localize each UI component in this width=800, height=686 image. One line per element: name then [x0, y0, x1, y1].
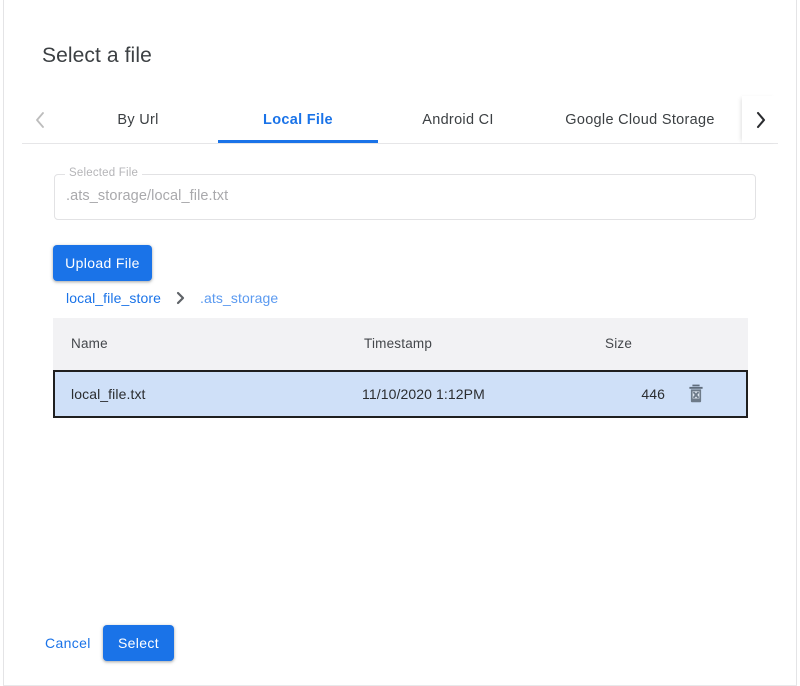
table-header-row: Name Timestamp Size [53, 318, 748, 370]
select-file-dialog: Select a file By Url Local File Android … [3, 0, 797, 686]
upload-file-button[interactable]: Upload File [53, 245, 152, 281]
column-header-timestamp: Timestamp [364, 336, 432, 351]
tab-label: Local File [263, 112, 333, 128]
breadcrumb: local_file_store .ats_storage [66, 290, 278, 306]
cell-size: 446 [605, 386, 665, 402]
tab-android-ci[interactable]: Android CI [378, 96, 538, 143]
cell-timestamp: 11/10/2020 1:12PM [362, 386, 485, 402]
tab-bar: By Url Local File Android CI Google Clou… [22, 96, 778, 144]
tabs-scroll-left-button[interactable] [22, 96, 58, 143]
column-header-name: Name [71, 336, 108, 351]
tab-by-url[interactable]: By Url [58, 96, 218, 143]
tab-label: By Url [117, 112, 158, 128]
tab-list: By Url Local File Android CI Google Clou… [58, 96, 742, 143]
chevron-right-icon [754, 110, 767, 130]
cell-file-name: local_file.txt [71, 386, 146, 402]
cancel-button[interactable]: Cancel [39, 625, 93, 661]
page-title: Select a file [42, 44, 152, 68]
tab-local-file[interactable]: Local File [218, 96, 378, 143]
tabs-scroll-right-button[interactable] [742, 96, 778, 143]
tab-label: Android CI [422, 112, 494, 128]
chevron-left-icon [34, 110, 47, 130]
select-button[interactable]: Select [103, 625, 174, 661]
trash-delete-icon [686, 383, 706, 407]
selected-file-value: .ats_storage/local_file.txt [66, 188, 228, 204]
table-row[interactable]: local_file.txt 11/10/2020 1:12PM 446 [53, 370, 748, 418]
column-header-size: Size [605, 336, 632, 351]
selected-file-field[interactable]: Selected File .ats_storage/local_file.tx… [54, 174, 756, 220]
file-table: Name Timestamp Size local_file.txt 11/10… [53, 318, 748, 418]
delete-file-button[interactable] [682, 381, 710, 409]
breadcrumb-item-ats-storage[interactable]: .ats_storage [200, 290, 278, 306]
tab-label: Google Cloud Storage [565, 112, 715, 128]
tab-google-cloud-storage[interactable]: Google Cloud Storage [538, 96, 742, 143]
breadcrumb-item-local-file-store[interactable]: local_file_store [66, 290, 161, 306]
chevron-right-icon [175, 291, 186, 305]
selected-file-label: Selected File [65, 167, 142, 179]
